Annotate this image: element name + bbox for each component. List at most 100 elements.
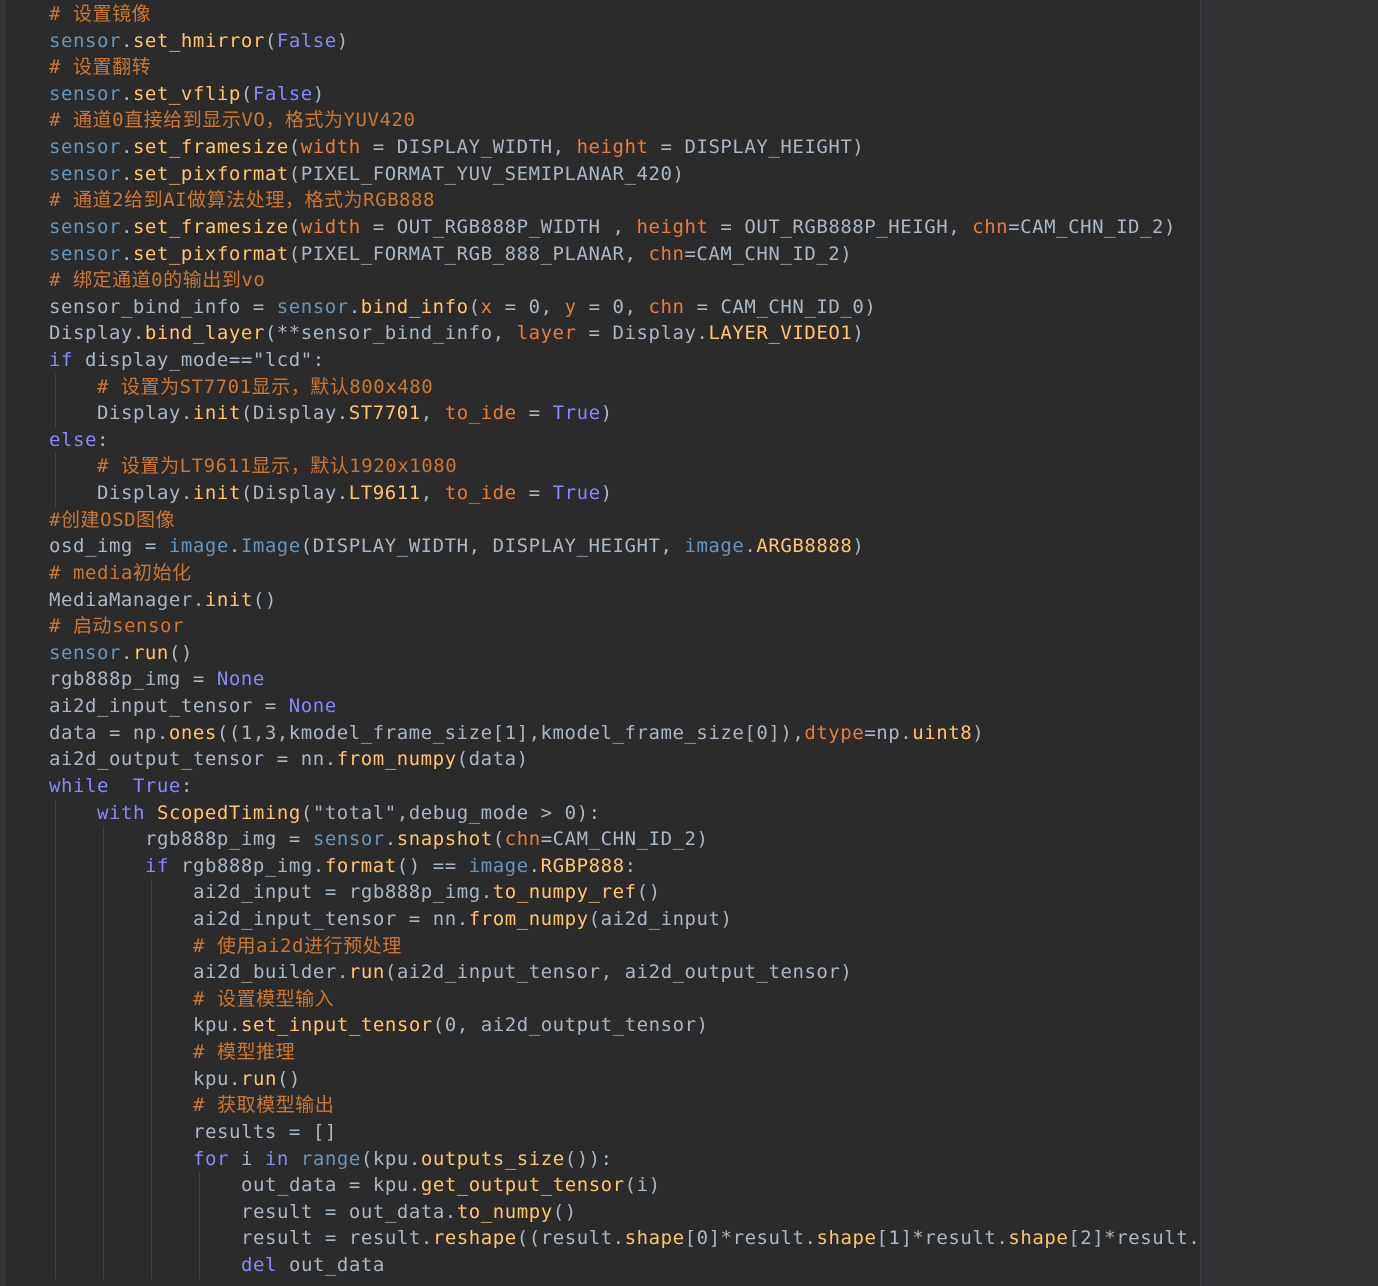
code-line[interactable]: osd_img = image.Image(DISPLAY_WIDTH, DIS… [49,533,864,559]
code-line[interactable]: # 模型推理 [193,1039,295,1065]
code-token: rgb888p_img = [145,828,313,851]
code-token: RGBP888 [540,854,625,877]
indent-guide [55,1065,56,1093]
code-token: ) [336,29,349,52]
code-line[interactable]: result = out_data.to_numpy() [241,1199,577,1225]
code-line[interactable]: # 设置为LT9611显示，默认1920x1080 [97,453,457,479]
code-line[interactable]: with ScopedTiming("total",debug_mode > 0… [97,800,601,826]
code-token: (kpu. [360,1147,421,1170]
code-line[interactable]: result = result.reshape((result.shape[0]… [241,1225,1200,1251]
code-line[interactable]: else: [49,427,109,453]
code-token: (**sensor_bind_info, [264,322,517,345]
code-token: data = np. [49,721,169,744]
code-line[interactable]: # 绑定通道0的输出到vo [49,267,265,293]
code-token: sensor [49,29,121,52]
code-token: = 0, [492,295,565,318]
code-line[interactable]: out_data = kpu.get_output_tensor(i) [241,1172,661,1198]
code-token: out_data = kpu. [241,1174,421,1197]
code-token: LT9611 [348,482,421,505]
code-line[interactable]: sensor.set_vflip(False) [49,81,325,107]
code-line[interactable]: # 使用ai2d进行预处理 [193,933,402,959]
code-token: sensor_bind_info = [49,295,277,318]
code-line[interactable]: sensor.set_pixformat(PIXEL_FORMAT_RGB_88… [49,241,852,267]
code-token: # 绑定通道0的输出到vo [49,269,266,292]
indent-guide [55,373,56,401]
indent-guide [151,932,152,960]
code-line[interactable]: sensor_bind_info = sensor.bind_info(x = … [49,294,876,320]
code-line[interactable]: sensor.set_framesize(width = OUT_RGB888P… [49,214,1176,240]
code-token: init [192,402,241,425]
code-line[interactable]: del out_data [241,1252,385,1278]
code-line[interactable]: for i in range(kpu.outputs_size()): [193,1146,613,1172]
code-line[interactable]: if rgb888p_img.format() == image.RGBP888… [145,853,637,879]
indent-guide [151,1252,152,1279]
code-line[interactable]: results = [] [193,1119,337,1145]
code-token: . [120,641,133,664]
code-token: ((1,3,kmodel_frame_size[1],kmodel_frame_… [216,721,805,744]
code-line[interactable]: kpu.run() [193,1066,301,1092]
code-line[interactable]: # 通道0直接给到显示VO，格式为YUV420 [49,107,415,133]
code-line[interactable]: ai2d_input = rgb888p_img.to_numpy_ref() [193,879,661,905]
code-line[interactable]: kpu.set_input_tensor(0, ai2d_output_tens… [193,1012,709,1038]
code-token: set_pixformat [132,162,289,185]
indent-guide [55,1252,56,1279]
code-line[interactable]: Display.init(Display.ST7701, to_ide = Tr… [97,400,613,426]
code-line[interactable]: #创建OSD图像 [49,507,175,533]
code-line[interactable]: if display_mode=="lcd": [49,347,325,373]
code-token: [2]*result. [1068,1227,1200,1250]
code-token: bind_layer [144,322,265,345]
code-token: . [228,535,241,558]
code-line[interactable]: # 设置翻转 [49,54,151,80]
code-line[interactable]: # 通道2给到AI做算法处理，格式为RGB888 [49,187,435,213]
indent-guide [103,1092,104,1120]
code-line[interactable]: rgb888p_img = sensor.snapshot(chn=CAM_CH… [145,826,709,852]
indent-guide [151,985,152,1013]
code-line[interactable]: MediaManager.init() [49,587,277,613]
code-token: (ai2d_input_tensor, ai2d_output_tensor) [384,961,853,984]
code-line[interactable]: Display.init(Display.LT9611, to_ide = Tr… [97,480,613,506]
code-token: # 设置镜像 [49,3,152,25]
code-line[interactable]: rgb888p_img = None [49,666,265,692]
code-token: ai2d_input = rgb888p_img. [193,881,493,904]
code-line[interactable]: # 设置为ST7701显示，默认800x480 [97,374,433,400]
code-token: image [168,535,229,558]
code-token: # 获取模型输出 [193,1094,335,1117]
code-line[interactable]: ai2d_input_tensor = None [49,693,337,719]
code-line[interactable]: ai2d_builder.run(ai2d_input_tensor, ai2d… [193,959,852,985]
code-token: =CAM_CHN_ID_2) [1008,215,1177,238]
code-token: True [552,482,601,505]
code-token: # 使用ai2d进行预处理 [193,934,402,957]
code-line[interactable]: # media初始化 [49,560,192,586]
indent-guide [151,879,152,907]
code-line[interactable]: # 启动sensor [49,613,184,639]
code-line[interactable]: ai2d_output_tensor = nn.from_numpy(data) [49,746,529,772]
code-token: else [49,428,97,451]
code-token: sensor [312,828,385,851]
code-line[interactable]: # 设置模型输入 [193,986,334,1012]
code-line[interactable]: data = np.ones((1,3,kmodel_frame_size[1]… [49,720,984,746]
code-area[interactable]: # 设置镜像 sensor.set_hmirror(False) # 设置翻转 sen… [6,0,1200,1286]
code-token: chn [972,215,1009,238]
indent-guide [55,480,56,508]
indent-guide [55,1012,56,1040]
code-token: ai2d_input_tensor = [49,695,289,718]
code-token: (data) [456,748,529,771]
code-line[interactable]: Display.bind_layer(**sensor_bind_info, l… [49,320,864,346]
code-editor[interactable]: # 设置镜像 sensor.set_hmirror(False) # 设置翻转 sen… [0,0,1378,1286]
code-line[interactable]: # 设置镜像 [49,1,151,27]
code-line[interactable]: ai2d_input_tensor = nn.from_numpy(ai2d_i… [193,906,733,932]
code-line[interactable]: sensor.set_pixformat(PIXEL_FORMAT_YUV_SE… [49,161,684,187]
code-token: sensor [49,215,121,238]
code-line[interactable]: while True: [49,773,193,799]
code-token: . [120,29,133,52]
code-line[interactable]: sensor.set_framesize(width = DISPLAY_WID… [49,134,864,160]
code-token: set_hmirror [132,29,265,52]
code-line[interactable]: sensor.set_hmirror(False) [49,28,349,54]
code-line[interactable]: # 获取模型输出 [193,1092,334,1118]
indent-guide [151,1198,152,1226]
code-token: #创建OSD图像 [49,508,176,531]
code-line[interactable]: sensor.run() [49,640,193,666]
code-token: [0]*result. [684,1227,817,1250]
